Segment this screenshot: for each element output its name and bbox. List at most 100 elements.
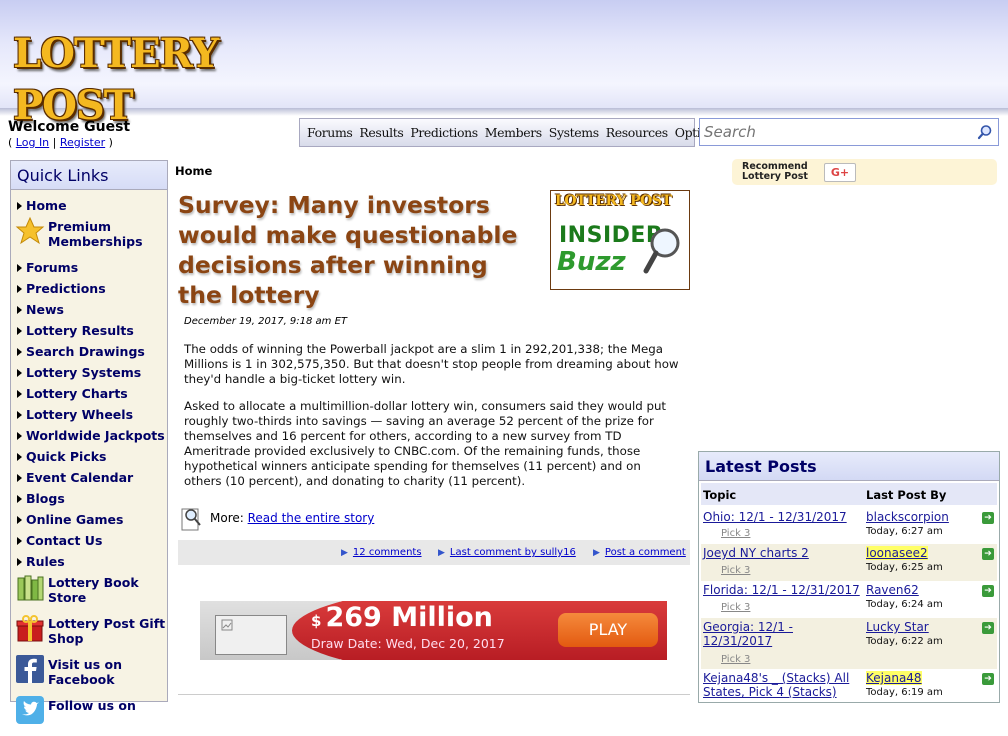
ql-predictions[interactable]: Predictions [11,278,167,299]
broken-image-icon [215,615,287,655]
ql-lottery-charts[interactable]: Lottery Charts [11,383,167,404]
nav-predictions[interactable]: Predictions [403,125,478,140]
arrow-right-icon [17,411,22,419]
register-link[interactable]: Register [60,136,105,149]
nav-members[interactable]: Members [478,125,542,140]
latest-posts-header: Topic Last Post By [701,483,997,505]
user-link[interactable]: Raven62 [866,583,919,597]
topic-link[interactable]: Joeyd NY charts 2 [703,546,863,560]
arrow-right-icon [17,285,22,293]
last-comment-link[interactable]: Last comment by sully16 [450,547,576,558]
ql-book-store[interactable]: Lottery Book Store [11,572,167,613]
ql-forums[interactable]: Forums [11,257,167,278]
ql-blogs[interactable]: Blogs [11,488,167,509]
ql-facebook[interactable]: Visit us on Facebook [11,654,167,695]
go-arrow-icon[interactable]: ➔ [982,622,994,634]
more-label: More: [210,511,244,525]
nav-systems[interactable]: Systems [542,125,599,140]
latest-posts-panel: Latest Posts Topic Last Post By Ohio: 12… [698,451,1000,703]
latest-posts-title: Latest Posts [699,452,999,481]
magnifier-icon [643,228,680,274]
forum-link[interactable]: Pick 3 [721,602,750,613]
user-link[interactable]: Lucky Star [866,620,929,634]
post-time: Today, 6:24 am [866,599,943,610]
ql-twitter[interactable]: Follow us on [11,695,167,736]
forum-link[interactable]: Pick 3 [721,654,750,665]
forum-link[interactable]: Pick 3 [721,565,750,576]
last-comment-item: ▶ Last comment by sully16 [438,547,576,558]
user-link[interactable]: loonasee2 [866,546,928,560]
recommend-text: Recommend Lottery Post [742,161,808,182]
login-link[interactable]: Log In [16,136,49,149]
ql-rules[interactable]: Rules [11,551,167,572]
topic-link[interactable]: Kejana48's _ (Stacks) All States, Pick 4… [703,671,863,699]
table-row: Kejana48's _ (Stacks) All States, Pick 4… [701,669,997,699]
ql-quick-picks[interactable]: Quick Picks [11,446,167,467]
col-last-post: Last Post By [866,488,947,502]
welcome-text: Welcome Guest [8,119,131,135]
recommend-box: Recommend Lottery Post G+ [732,159,997,185]
user-link[interactable]: Kejana48 [866,671,922,685]
go-arrow-icon[interactable]: ➔ [982,512,994,524]
nav-resources[interactable]: Resources [599,125,668,140]
table-row: Florida: 12/1 - 12/31/2017 Pick 3 Raven6… [701,581,997,618]
comment-bar: ▶ 12 comments ▶ Last comment by sully16 ▶ P… [178,540,690,565]
document-magnifier-icon [181,508,201,531]
star-icon [15,216,45,245]
insider-buzz-badge[interactable]: LOTTERY POST INSIDER Buzz [550,190,690,290]
breadcrumb[interactable]: Home [175,164,212,178]
article-paragraph-1: The odds of winning the Powerball jackpo… [184,342,679,386]
ql-premium-memberships[interactable]: Premium Memberships [11,216,167,257]
ql-news[interactable]: News [11,299,167,320]
arrow-right-icon [17,202,22,210]
topic-link[interactable]: Georgia: 12/1 - 12/31/2017 [703,620,863,648]
table-row: Joeyd NY charts 2 Pick 3 loonasee2 Today… [701,544,997,581]
user-link[interactable]: blackscorpion [866,510,949,524]
arrow-right-icon [17,537,22,545]
arrow-right-icon [17,495,22,503]
gift-icon [16,615,44,642]
google-plus-button[interactable]: G+ [824,163,856,182]
nav-forums[interactable]: Forums [300,125,353,140]
forum-link[interactable]: Pick 3 [721,528,750,539]
draw-date: Draw Date: Wed, Dec 20, 2017 [311,636,505,651]
site-logo[interactable]: LOTTERY POST [13,28,219,129]
logo-text: LOTTERY POST [13,30,219,129]
ql-lottery-results[interactable]: Lottery Results [11,320,167,341]
table-row: Georgia: 12/1 - 12/31/2017 Pick 3 Lucky … [701,618,997,669]
arrow-right-icon [17,474,22,482]
post-comment-link[interactable]: Post a comment [605,547,686,558]
nav-results[interactable]: Results [352,125,403,140]
go-arrow-icon[interactable]: ➔ [982,585,994,597]
ql-event-calendar[interactable]: Event Calendar [11,467,167,488]
topic-link[interactable]: Florida: 12/1 - 12/31/2017 [703,583,863,597]
arrow-right-icon [17,453,22,461]
search-box [699,118,999,146]
go-arrow-icon[interactable]: ➔ [982,673,994,685]
ql-gift-shop[interactable]: Lottery Post Gift Shop [11,613,167,654]
search-input[interactable] [704,122,964,142]
comments-link[interactable]: 12 comments [353,547,422,558]
ql-contact-us[interactable]: Contact Us [11,530,167,551]
triangle-right-icon: ▶ [438,548,445,558]
ql-online-games[interactable]: Online Games [11,509,167,530]
read-story-link[interactable]: Read the entire story [248,511,375,525]
arrow-right-icon [17,327,22,335]
ql-worldwide-jackpots[interactable]: Worldwide Jackpots [11,425,167,446]
go-arrow-icon[interactable]: ➔ [982,548,994,560]
search-icon[interactable] [977,124,993,140]
ql-lottery-systems[interactable]: Lottery Systems [11,362,167,383]
arrow-right-icon [17,432,22,440]
play-button[interactable]: PLAY [558,613,658,647]
books-icon [17,575,44,601]
ql-search-drawings[interactable]: Search Drawings [11,341,167,362]
ql-home[interactable]: Home [11,195,167,216]
post-time: Today, 6:25 am [866,562,943,573]
comments-item: ▶ 12 comments [341,547,422,558]
ql-lottery-wheels[interactable]: Lottery Wheels [11,404,167,425]
table-row: Ohio: 12/1 - 12/31/2017 Pick 3 blackscor… [701,508,997,544]
topic-link[interactable]: Ohio: 12/1 - 12/31/2017 [703,510,863,524]
article-paragraph-2: Asked to allocate a multimillion-dollar … [184,399,667,488]
jackpot-ad[interactable]: $269 Million Draw Date: Wed, Dec 20, 201… [200,601,667,660]
jackpot-amount: $269 Million [311,602,493,633]
